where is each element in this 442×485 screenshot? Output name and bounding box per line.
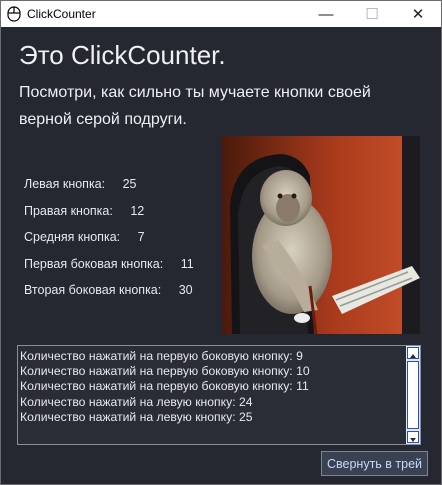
- log-line: Количество нажатий на левую кнопку: 25: [20, 409, 253, 424]
- stat-row-middle: Средняя кнопка: 7: [24, 230, 194, 257]
- window-title: ClickCounter: [27, 7, 96, 21]
- main-content: Это ClickCounter. Посмотри, как сильно т…: [1, 27, 441, 484]
- stat-label: Средняя кнопка:: [24, 230, 121, 244]
- stat-label: Левая кнопка:: [24, 177, 106, 191]
- stat-value: 30: [178, 283, 193, 297]
- scroll-thumb[interactable]: [407, 361, 419, 429]
- stat-label: Вторая боковая кнопка:: [24, 283, 162, 297]
- title-bar: ClickCounter — ☐ ✕: [1, 1, 441, 27]
- page-title: Это ClickCounter.: [19, 40, 226, 70]
- arrow-up-icon: [410, 354, 416, 358]
- log-scrollbar[interactable]: [406, 346, 420, 444]
- stat-value: 25: [122, 177, 137, 191]
- scroll-down-button[interactable]: [407, 431, 419, 443]
- log-lines: Количество нажатий на первую боковую кно…: [20, 349, 404, 425]
- page-subtitle: Посмотри, как сильно ты мучаете кнопки с…: [19, 84, 371, 128]
- close-button[interactable]: ✕: [395, 1, 441, 27]
- minimize-button[interactable]: —: [303, 1, 349, 27]
- click-stats: Левая кнопка: 25 Правая кнопка: 12 Средн…: [24, 177, 194, 310]
- scroll-up-button[interactable]: [407, 347, 419, 359]
- log-line: Количество нажатий на первую боковую кно…: [20, 364, 310, 379]
- arrow-down-icon: [410, 438, 416, 442]
- app-window: ClickCounter — ☐ ✕ Это ClickCounter. Пос…: [0, 0, 442, 485]
- log-line: Количество нажатий на первую боковую кно…: [20, 379, 309, 394]
- stat-row-side-1: Первая боковая кнопка: 11: [24, 257, 194, 284]
- maximize-button[interactable]: ☐: [349, 1, 395, 27]
- stat-row-right: Правая кнопка: 12: [24, 204, 194, 231]
- stat-value: 7: [137, 230, 145, 244]
- log-line: Количество нажатий на первую боковую кно…: [20, 349, 303, 363]
- stat-row-left: Левая кнопка: 25: [24, 177, 194, 204]
- log-line: Количество нажатий на левую кнопку: 24: [20, 394, 253, 409]
- mouse-icon: [7, 6, 21, 22]
- stat-value: 12: [130, 203, 145, 218]
- minimize-to-tray-button[interactable]: Свернуть в трей: [321, 451, 428, 476]
- stat-row-side-2: Вторая боковая кнопка: 30: [24, 283, 194, 310]
- stat-label: Правая кнопка:: [24, 203, 113, 218]
- monkey-at-computer-image: [222, 136, 420, 334]
- click-log[interactable]: Количество нажатий на первую боковую кно…: [17, 345, 421, 445]
- stat-label: Первая боковая кнопка:: [24, 256, 164, 271]
- stat-value: 11: [180, 256, 194, 271]
